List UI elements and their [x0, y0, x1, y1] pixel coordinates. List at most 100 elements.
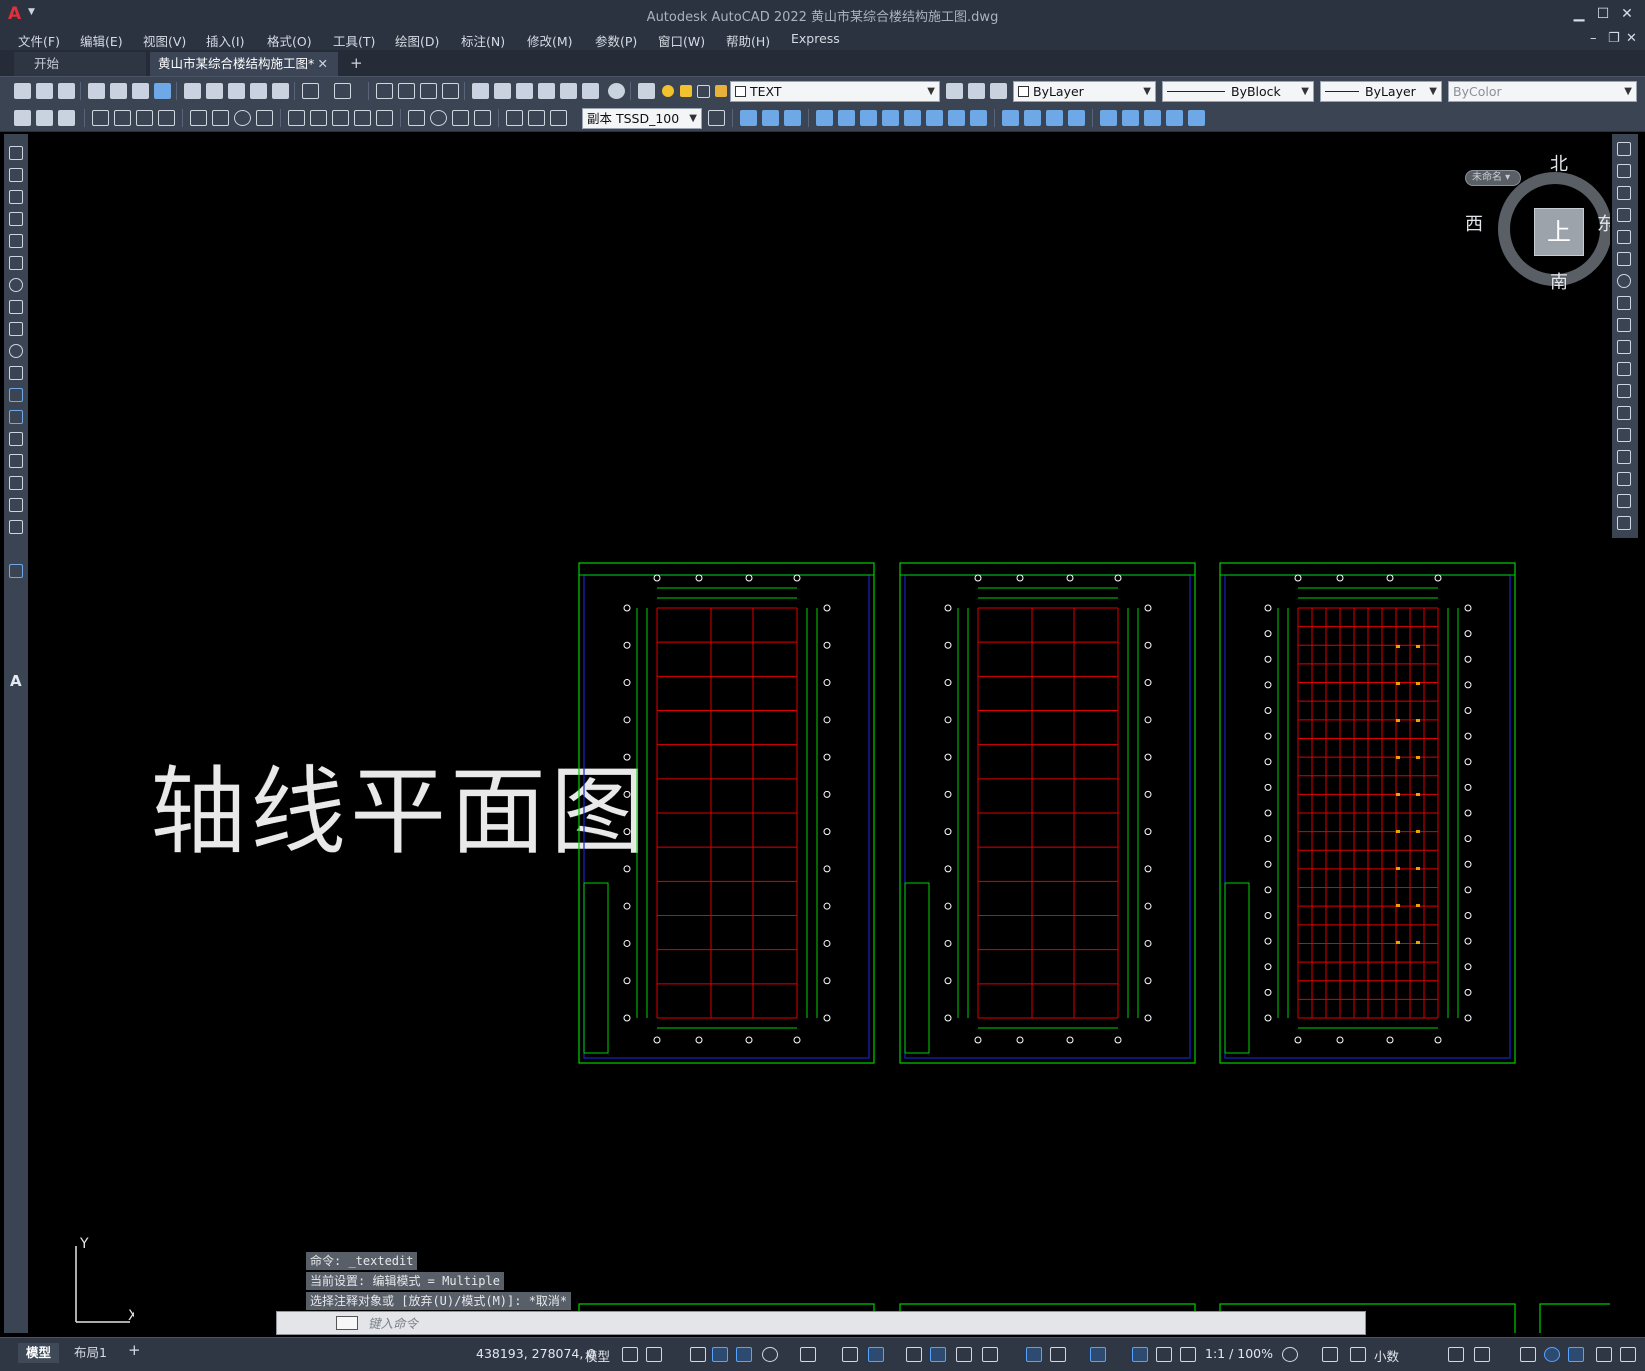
axis-bubble[interactable] [1464, 783, 1472, 791]
units-value[interactable]: 小数 [1374, 1346, 1399, 1365]
axis-bubble[interactable] [695, 574, 703, 582]
paste-icon[interactable] [228, 83, 245, 99]
axis-bubble[interactable] [944, 790, 952, 798]
grid-icon[interactable] [622, 1347, 638, 1362]
auto-scale-icon[interactable] [1156, 1347, 1172, 1362]
axis-bubble[interactable] [823, 939, 831, 947]
axis-bubble[interactable] [623, 1014, 631, 1022]
help-icon[interactable] [608, 83, 625, 99]
axis-bubble[interactable] [653, 1036, 661, 1044]
rectangle-icon[interactable] [9, 234, 23, 248]
axis-bubble[interactable] [1144, 604, 1152, 612]
quick-dimension-icon[interactable] [288, 110, 305, 126]
dimension-break-icon[interactable] [376, 110, 393, 126]
construction-line-icon[interactable] [9, 168, 23, 182]
baseline-dimension-icon[interactable] [310, 110, 327, 126]
axis-bubble[interactable] [823, 604, 831, 612]
extend-icon[interactable] [1617, 362, 1631, 376]
menu-parametric[interactable]: 参数(P) [595, 31, 637, 50]
polyline-icon[interactable] [9, 190, 23, 204]
multiline-text-icon[interactable]: A [10, 672, 22, 690]
polygon-icon[interactable] [9, 212, 23, 226]
axis-bubble[interactable] [745, 1036, 753, 1044]
add-selected-icon[interactable] [9, 564, 23, 578]
customization-menu-icon[interactable] [1620, 1347, 1636, 1362]
axis-bubble[interactable] [623, 977, 631, 985]
shell-icon[interactable] [1068, 110, 1085, 126]
imprint-icon[interactable] [1002, 110, 1019, 126]
axis-bubble[interactable] [944, 865, 952, 873]
color-combo[interactable]: ByLayer ▼ [1013, 81, 1156, 102]
publish-icon[interactable] [132, 83, 149, 99]
interfere-icon[interactable] [1188, 110, 1205, 126]
union-icon[interactable] [762, 110, 779, 126]
separate-icon[interactable] [1046, 110, 1063, 126]
quick-properties-icon[interactable] [1448, 1347, 1464, 1362]
axis-bubble[interactable] [1464, 732, 1472, 740]
close-window-icon[interactable]: ✕ [1616, 4, 1638, 24]
axis-bubble[interactable] [823, 977, 831, 985]
axis-bubble[interactable] [944, 641, 952, 649]
copy-faces-icon[interactable] [948, 110, 965, 126]
clean-screen-icon[interactable] [1568, 1347, 1584, 1362]
tab-start[interactable]: 开始 [14, 52, 146, 76]
axis-bubble[interactable] [623, 902, 631, 910]
axis-bubble[interactable] [1464, 937, 1472, 945]
column-marker[interactable] [1396, 867, 1400, 870]
gradient-icon[interactable] [9, 476, 23, 490]
axis-bubble[interactable] [1144, 977, 1152, 985]
clean-icon[interactable] [1024, 110, 1041, 126]
axis-bubble[interactable] [1114, 574, 1122, 582]
axis-bubble[interactable] [823, 641, 831, 649]
angular-dimension-icon[interactable] [256, 110, 273, 126]
explode-icon[interactable] [1617, 516, 1631, 530]
dimension-update-icon[interactable] [550, 110, 567, 126]
column-marker[interactable] [1416, 867, 1420, 870]
continue-dimension-icon[interactable] [332, 110, 349, 126]
new-file-icon[interactable] [14, 83, 31, 99]
column-marker[interactable] [1396, 719, 1400, 722]
drawing-canvas[interactable]: 轴线平面图 上 北 南 西 东 Y X [32, 134, 1610, 1333]
column-marker[interactable] [1416, 904, 1420, 907]
dimension-space-icon[interactable] [354, 110, 371, 126]
axis-bubble[interactable] [1294, 574, 1302, 582]
annotation-visibility-icon[interactable] [1132, 1347, 1148, 1362]
zoom-window-icon[interactable] [420, 83, 437, 99]
ellipse-arc-icon[interactable] [9, 366, 23, 380]
extrude-faces-icon[interactable] [816, 110, 833, 126]
linetype-combo[interactable]: ByBlock ▼ [1162, 81, 1314, 102]
lock-ui-icon[interactable] [1474, 1347, 1490, 1362]
cursor-coordinates[interactable]: 438193, 278074, 0 [476, 1346, 595, 1361]
menu-insert[interactable]: 插入(I) [206, 31, 244, 50]
axis-bubble[interactable] [1264, 655, 1272, 663]
axis-bubble[interactable] [1464, 809, 1472, 817]
table-icon[interactable] [9, 520, 23, 534]
axis-bubble[interactable] [1264, 886, 1272, 894]
axis-bubble[interactable] [823, 790, 831, 798]
menu-view[interactable]: 视图(V) [143, 31, 186, 50]
axis-bubble[interactable] [944, 939, 952, 947]
column-marker[interactable] [1396, 830, 1400, 833]
axis-bubble[interactable] [1264, 1014, 1272, 1022]
isolate-objects-icon[interactable] [1520, 1347, 1536, 1362]
axis-bubble[interactable] [944, 679, 952, 687]
make-current-layer-icon[interactable] [946, 83, 963, 99]
drawing-sheet-frame-partial[interactable] [1539, 1303, 1610, 1333]
make-block-icon[interactable] [9, 410, 23, 424]
layer-properties-icon[interactable] [638, 83, 655, 99]
command-prompt-icon[interactable] [336, 1316, 358, 1330]
model-space-toggle[interactable]: 模型 [585, 1346, 610, 1365]
fullscreen-icon[interactable] [1596, 1347, 1612, 1362]
calculator-icon[interactable] [582, 83, 599, 99]
minimize-icon[interactable]: ▁ [1568, 4, 1590, 24]
linear-dimension-icon[interactable] [92, 110, 109, 126]
axis-bubble[interactable] [974, 1036, 982, 1044]
axis-bubble[interactable] [1434, 1036, 1442, 1044]
add-layout-icon[interactable]: + [120, 1340, 149, 1360]
axis-bubble[interactable] [1464, 912, 1472, 919]
doc-minimize-icon[interactable]: – [1590, 31, 1597, 46]
axis-bubble[interactable] [1464, 886, 1472, 894]
maximize-icon[interactable]: ☐ [1592, 4, 1614, 24]
layer-combo[interactable]: TEXT ▼ [730, 81, 940, 102]
column-marker[interactable] [1396, 793, 1400, 796]
